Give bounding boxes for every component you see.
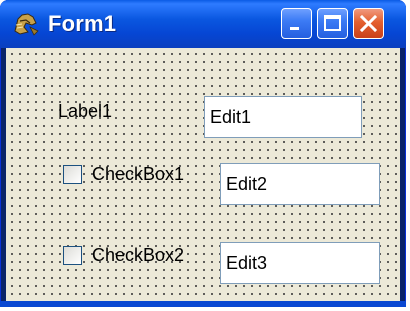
window-title: Form1 [48,11,117,36]
form-client-area: Label1 Edit1 CheckBox1 Edit2 CheckBox2 E… [6,48,400,301]
close-button[interactable] [353,8,384,39]
checkbox1-label[interactable]: CheckBox1 [92,164,184,184]
maximize-icon [324,15,341,31]
checkbox1-box[interactable] [63,165,82,184]
maximize-button[interactable] [317,8,348,39]
edit3-field[interactable]: Edit3 [220,242,380,284]
checkbox2-label[interactable]: CheckBox2 [92,245,184,265]
form-window: Form1 Label1 Edit1 CheckBox1 Edit2 Check… [0,0,406,307]
checkbox2-box[interactable] [63,246,82,265]
close-icon [359,14,378,33]
edit1-field[interactable]: Edit1 [204,96,362,138]
label1: Label1 [58,101,113,121]
delphi-helmet-icon[interactable] [12,11,40,37]
edit2-field[interactable]: Edit2 [220,163,380,205]
minimize-button[interactable] [281,8,312,39]
title-bar[interactable]: Form1 [0,0,406,48]
minimize-icon [290,27,299,30]
window-frame-bottom [0,301,406,307]
